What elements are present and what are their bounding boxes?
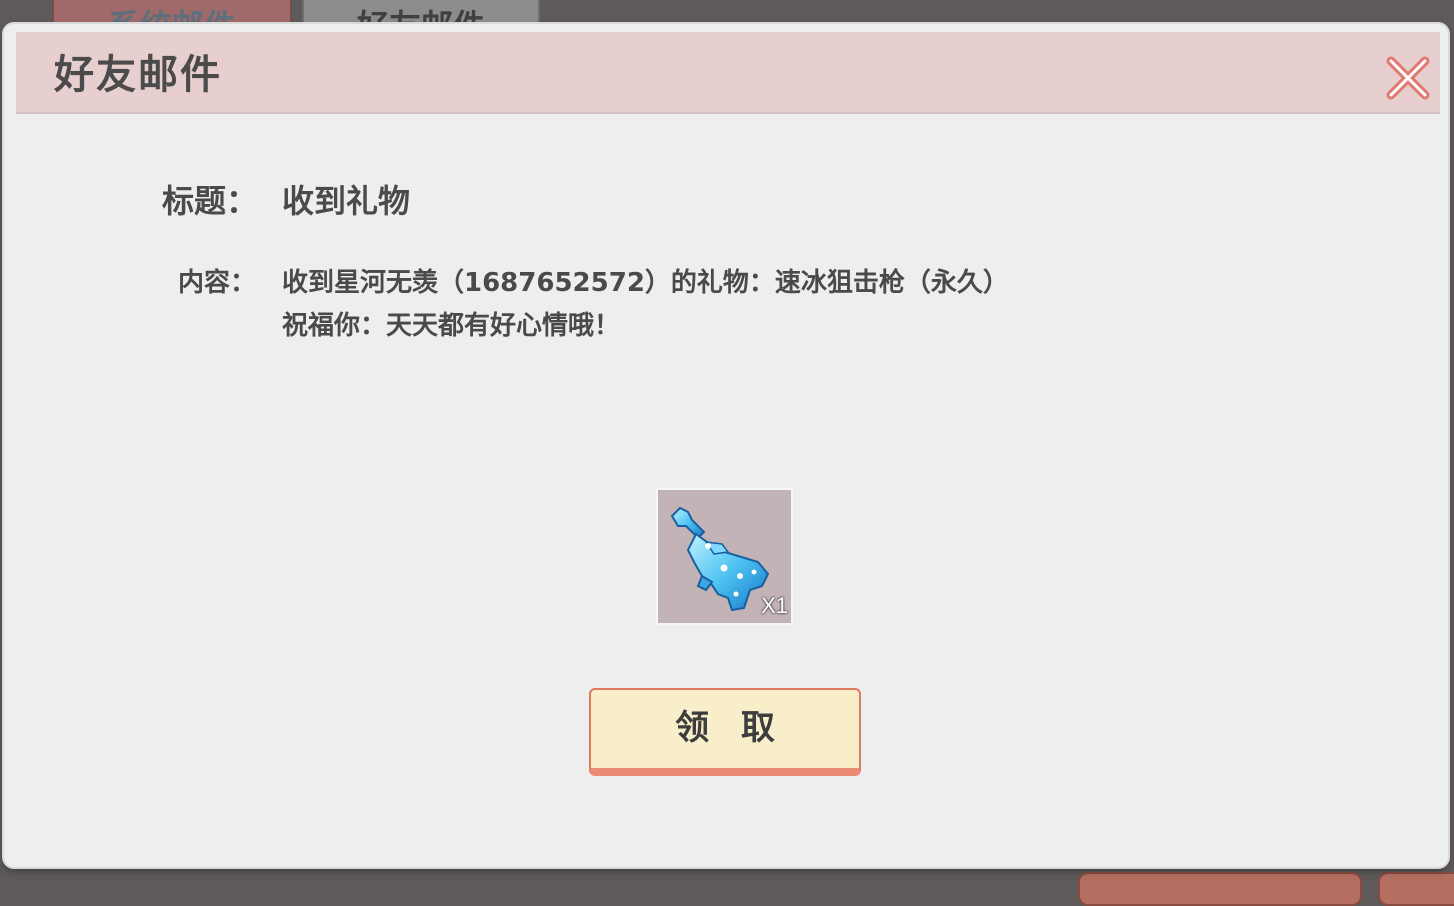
dialog-header: 好友邮件 [16, 32, 1440, 114]
claim-button-label: 领 取 [675, 708, 785, 748]
close-button[interactable] [1384, 54, 1432, 102]
mail-content-body: 收到星河无羡（1687652572）的礼物：速冰狙击枪（永久） 祝福你：天天都有… [282, 262, 1009, 348]
mail-content-line: 祝福你：天天都有好心情哦！ [282, 311, 621, 341]
attachment-quantity: X1 [761, 593, 788, 618]
mail-title-label: 标题： [162, 182, 259, 220]
claim-button[interactable]: 领 取 [589, 688, 861, 776]
close-icon [1386, 56, 1430, 100]
mail-content-line: 收到星河无羡（1687652572）的礼物：速冰狙击枪（永久） [282, 268, 1009, 298]
mail-dialog: 好友邮件 标题： 收到礼物 内容： 收到星河无羡（1687652572）的礼物：… [4, 24, 1448, 867]
mail-title-value: 收到礼物 [282, 182, 411, 220]
background-button [1378, 872, 1454, 906]
dialog-title: 好友邮件 [54, 52, 222, 98]
attachment-slot[interactable]: X1 [656, 488, 793, 625]
mail-content-label: 内容： [178, 268, 257, 298]
background-button [1078, 872, 1362, 906]
